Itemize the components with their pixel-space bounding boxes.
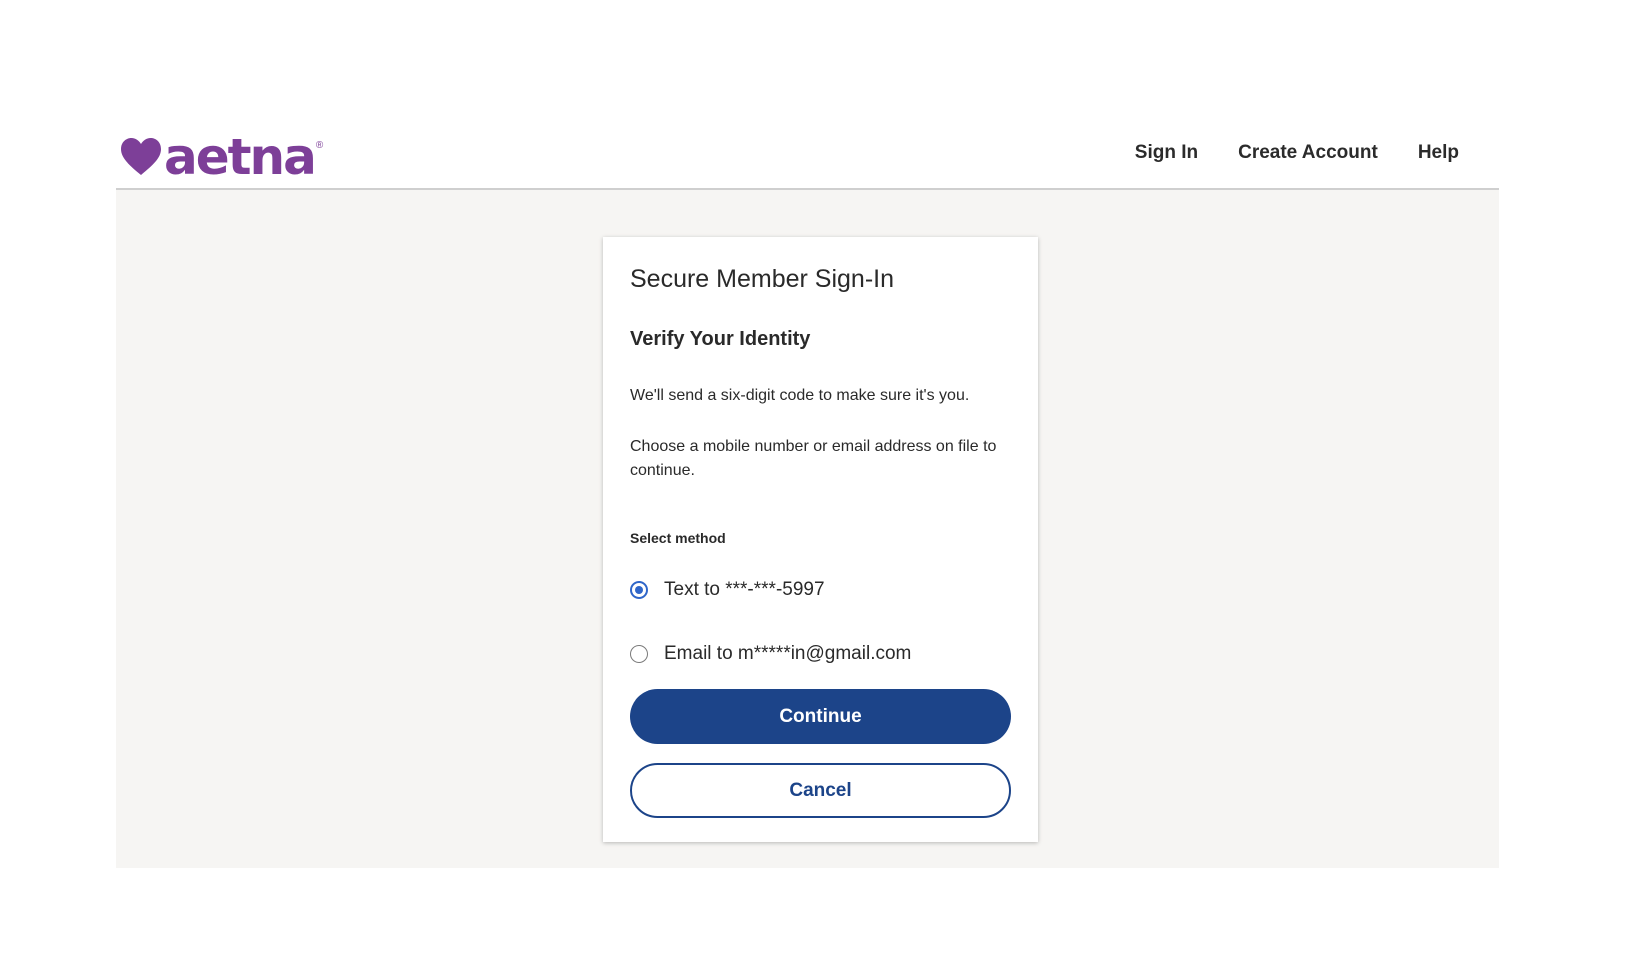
card-title: Secure Member Sign-In: [630, 265, 895, 293]
registered-mark: ®: [315, 140, 324, 151]
email-option[interactable]: Email to m*****in@gmail.com: [630, 643, 911, 665]
intro-text: We'll send a six-digit code to make sure…: [630, 387, 970, 404]
page: aetna ® Sign In Create Account Help Secu…: [0, 0, 1632, 966]
heart-logo-icon: [121, 138, 161, 175]
select-method-label: Select method: [630, 530, 726, 546]
card-subtitle: Verify Your Identity: [630, 328, 811, 350]
site-header: aetna ® Sign In Create Account Help: [116, 128, 1499, 190]
text-option[interactable]: Text to ***-***-5997: [630, 579, 825, 601]
verify-identity-card: Secure Member Sign-In Verify Your Identi…: [603, 237, 1038, 842]
nav-help-link[interactable]: Help: [1418, 142, 1459, 164]
text-option-label[interactable]: Text to ***-***-5997: [664, 579, 825, 601]
top-nav: Sign In Create Account Help: [1135, 142, 1459, 164]
aetna-logo[interactable]: aetna ®: [120, 128, 324, 186]
nav-create-account-link[interactable]: Create Account: [1238, 142, 1378, 164]
cancel-button[interactable]: Cancel: [630, 763, 1011, 818]
email-option-label[interactable]: Email to m*****in@gmail.com: [664, 643, 911, 665]
nav-sign-in-link[interactable]: Sign In: [1135, 142, 1198, 164]
text-option-radio[interactable]: [630, 581, 648, 599]
continue-button[interactable]: Continue: [630, 689, 1011, 744]
email-option-radio[interactable]: [630, 645, 648, 663]
logo-wordmark: aetna: [164, 128, 317, 186]
instruction-text: Choose a mobile number or email address …: [630, 438, 997, 479]
